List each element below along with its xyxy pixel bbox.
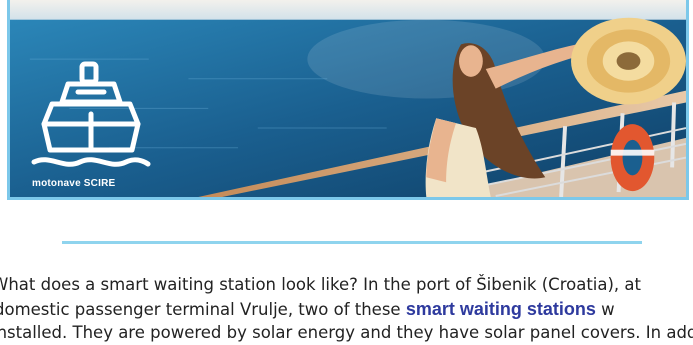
paragraph-text: w bbox=[601, 300, 615, 319]
paragraph-line-1: What does a smart waiting station look l… bbox=[0, 275, 641, 294]
hero-banner: motonave SCIRE bbox=[7, 0, 689, 200]
section-divider bbox=[62, 241, 642, 244]
paragraph-line-3: installed. They are powered by solar ene… bbox=[0, 323, 693, 342]
paragraph-line-2: domestic passenger terminal Vrulje, two … bbox=[0, 297, 687, 321]
paragraph-text: domestic passenger terminal Vrulje, two … bbox=[0, 300, 401, 319]
ship-logo-icon bbox=[31, 61, 151, 167]
article-paragraph: What does a smart waiting station look l… bbox=[0, 273, 693, 345]
highlighted-term: smart waiting stations bbox=[405, 299, 596, 319]
logo-caption: motonave SCIRE bbox=[32, 178, 116, 189]
